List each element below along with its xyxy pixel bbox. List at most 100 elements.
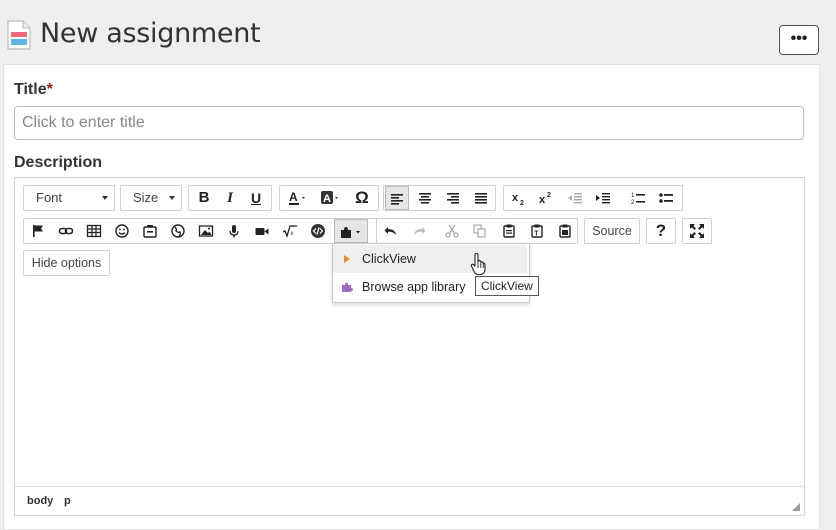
more-options-button[interactable]: •••	[779, 25, 819, 55]
superscript-button[interactable]: x2	[534, 186, 558, 210]
menu-item-label: ClickView	[362, 252, 416, 266]
maximize-button[interactable]	[682, 218, 712, 244]
numbered-list-button[interactable]: 12	[626, 186, 650, 210]
menu-item-label: Browse app library	[362, 280, 466, 294]
paste-text-icon: T	[531, 224, 543, 238]
chevron-down-icon	[102, 196, 108, 200]
redo-icon	[414, 227, 426, 235]
help-button[interactable]: ?	[646, 218, 676, 244]
undo-button[interactable]	[379, 219, 403, 243]
globe-icon	[171, 224, 185, 238]
font-select[interactable]: Font	[23, 185, 115, 211]
background-color-icon: A	[321, 191, 338, 205]
code-icon	[311, 224, 325, 238]
size-select-label: Size	[133, 190, 159, 205]
equation-button[interactable]: x	[278, 219, 302, 243]
link-icon	[58, 227, 74, 235]
align-justify-button[interactable]	[469, 186, 493, 210]
web-link-button[interactable]	[166, 219, 190, 243]
chevron-down-icon	[169, 196, 175, 200]
copy-icon	[473, 224, 486, 238]
text-color-icon: A	[289, 190, 305, 205]
hand-cursor-icon	[470, 252, 486, 276]
source-button[interactable]: Source	[584, 218, 640, 244]
puzzle-icon	[342, 282, 353, 292]
table-button[interactable]	[82, 219, 106, 243]
square-root-icon: x	[282, 225, 297, 238]
title-label-text: Title	[14, 81, 47, 98]
special-character-button[interactable]: Ω	[350, 186, 374, 210]
paste-word-button[interactable]	[553, 219, 577, 243]
size-select[interactable]: Size	[120, 185, 182, 211]
media-button[interactable]	[138, 219, 162, 243]
insert-group: x	[23, 218, 381, 244]
background-color-button[interactable]: A	[316, 186, 346, 210]
cut-button[interactable]	[440, 219, 464, 243]
app-plugins-button[interactable]	[334, 219, 368, 243]
link-button[interactable]	[54, 219, 78, 243]
record-video-button[interactable]	[250, 219, 274, 243]
copy-button[interactable]	[468, 219, 492, 243]
menu-item-clickview[interactable]: ClickView	[333, 245, 527, 273]
record-audio-button[interactable]	[222, 219, 246, 243]
align-right-button[interactable]	[441, 186, 465, 210]
emoticon-button[interactable]	[110, 219, 134, 243]
align-left-icon	[391, 194, 403, 205]
svg-text:2: 2	[547, 192, 551, 199]
paste-button[interactable]	[497, 219, 521, 243]
align-center-button[interactable]	[413, 186, 437, 210]
decrease-indent-button[interactable]	[563, 186, 587, 210]
microphone-icon	[229, 225, 239, 238]
underline-button[interactable]: U	[244, 186, 268, 210]
image-icon	[198, 225, 214, 237]
flag-icon	[33, 225, 43, 237]
align-left-button[interactable]	[385, 186, 409, 210]
path-element-body[interactable]: body	[27, 495, 53, 507]
text-color-button[interactable]: A	[283, 186, 313, 210]
anchor-flag-button[interactable]	[26, 219, 50, 243]
decrease-indent-icon	[568, 193, 582, 204]
table-icon	[86, 224, 102, 238]
text-style-group: B I U	[188, 185, 272, 211]
play-icon	[344, 255, 350, 263]
script-list-group: x2 x2 12	[503, 185, 683, 211]
bulleted-list-icon	[659, 193, 673, 203]
svg-text:1: 1	[631, 193, 635, 199]
path-element-p[interactable]: p	[64, 495, 71, 507]
font-select-label: Font	[36, 190, 63, 205]
alignment-group	[383, 185, 496, 211]
svg-text:x: x	[539, 194, 546, 206]
editor-content-area[interactable]	[15, 286, 804, 486]
increase-indent-icon	[596, 193, 610, 204]
history-clipboard-group: T	[376, 218, 578, 244]
description-editor: Font Size B I U A A Ω x 2 x 2 1 2 x T So…	[14, 177, 805, 516]
resize-handle-icon[interactable]	[792, 503, 800, 511]
align-right-icon	[447, 193, 459, 204]
svg-text:x: x	[512, 192, 519, 204]
bulleted-list-button[interactable]	[654, 186, 678, 210]
undo-icon	[384, 227, 396, 235]
page-title: New assignment	[40, 18, 261, 49]
italic-button[interactable]: I	[218, 186, 242, 210]
align-justify-icon	[475, 193, 487, 204]
color-group: A A Ω	[279, 185, 379, 211]
paste-text-button[interactable]: T	[525, 219, 549, 243]
subscript-button[interactable]: x2	[507, 186, 531, 210]
description-label: Description	[14, 154, 103, 171]
hide-options-button[interactable]: Hide options	[23, 250, 110, 276]
expand-icon	[690, 224, 704, 238]
smiley-icon	[115, 224, 129, 238]
title-input[interactable]	[14, 106, 804, 140]
numbered-list-icon: 12	[631, 193, 645, 206]
align-center-icon	[419, 193, 431, 204]
assignment-document-icon	[7, 20, 31, 50]
superscript-icon: x2	[539, 192, 551, 206]
redo-button[interactable]	[407, 219, 431, 243]
image-button[interactable]	[194, 219, 218, 243]
subscript-icon: x2	[512, 192, 524, 207]
increase-indent-button[interactable]	[591, 186, 615, 210]
bold-button[interactable]: B	[192, 186, 216, 210]
title-label: Title*	[14, 81, 53, 99]
html-embed-button[interactable]	[306, 219, 330, 243]
video-camera-icon	[255, 228, 269, 235]
